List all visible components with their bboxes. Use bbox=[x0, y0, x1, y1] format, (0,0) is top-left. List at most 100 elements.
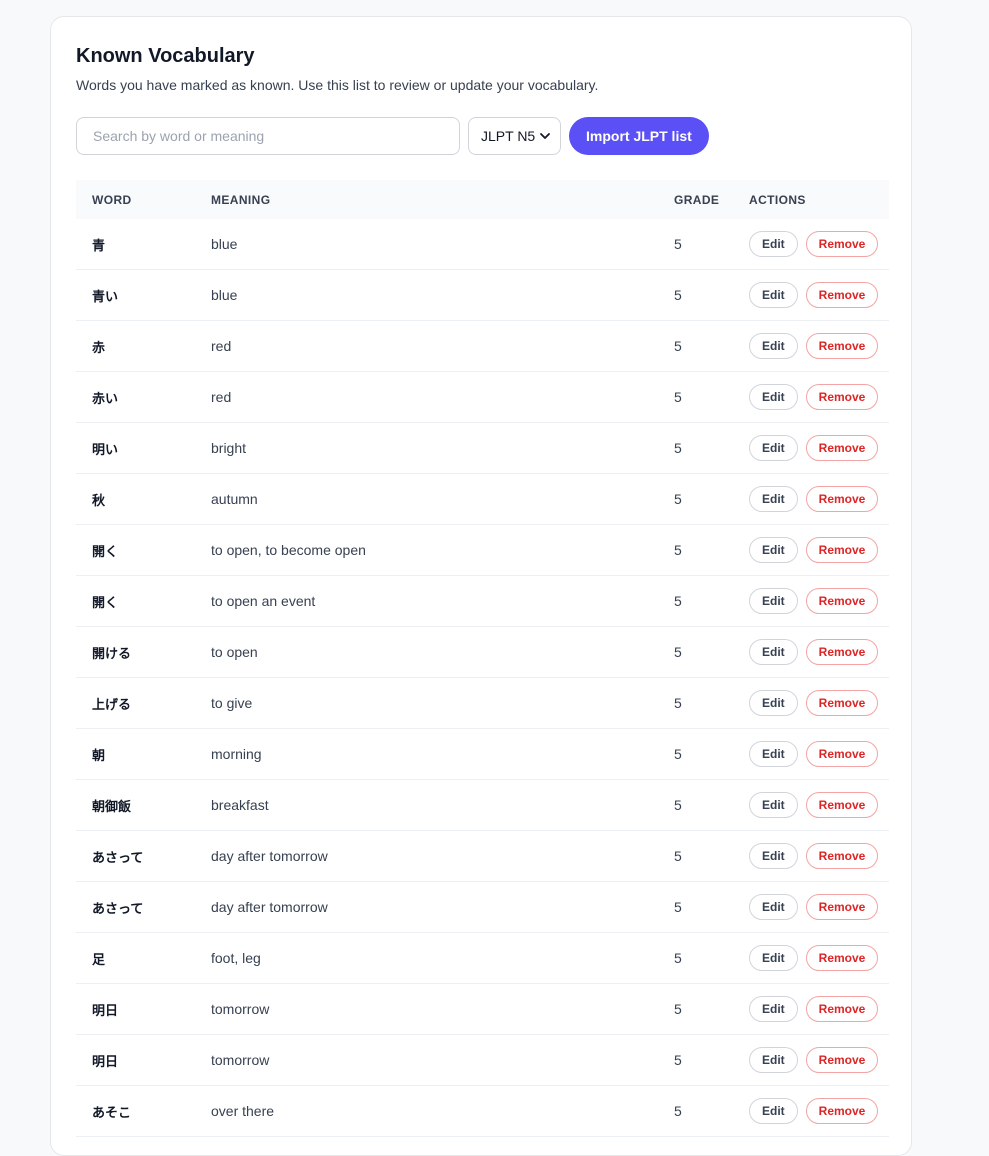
table-row: 開く to open, to become open 5 Edit Remove bbox=[76, 525, 889, 576]
table-row: あそこ over there 5 Edit Remove bbox=[76, 1086, 889, 1137]
vocabulary-table: WORD MEANING GRADE ACTIONS 青 blue 5 Edit Rem… bbox=[76, 180, 889, 1137]
remove-button[interactable]: Remove bbox=[805, 1047, 879, 1073]
table-row: 秋 autumn 5 Edit Remove bbox=[76, 474, 889, 525]
edit-button[interactable]: Edit bbox=[749, 333, 798, 359]
grade-cell: 5 bbox=[674, 950, 682, 966]
grade-cell: 5 bbox=[674, 338, 682, 354]
chevron-down-icon bbox=[538, 129, 552, 143]
table-row: 上げる to give 5 Edit Remove bbox=[76, 678, 889, 729]
remove-button[interactable]: Remove bbox=[805, 537, 879, 563]
grade-cell: 5 bbox=[674, 389, 682, 405]
edit-button[interactable]: Edit bbox=[749, 588, 798, 614]
grade-cell: 5 bbox=[674, 236, 682, 252]
grade-cell: 5 bbox=[674, 491, 682, 507]
word-cell: 開く bbox=[92, 544, 119, 560]
edit-button[interactable]: Edit bbox=[749, 435, 798, 461]
actions-cell: Edit Remove bbox=[733, 690, 889, 716]
edit-button[interactable]: Edit bbox=[749, 639, 798, 665]
grade-cell: 5 bbox=[674, 746, 682, 762]
word-cell: 開ける bbox=[92, 646, 132, 662]
edit-button[interactable]: Edit bbox=[749, 282, 798, 308]
actions-cell: Edit Remove bbox=[733, 639, 889, 665]
remove-button[interactable]: Remove bbox=[805, 435, 879, 461]
grade-cell: 5 bbox=[674, 1052, 682, 1068]
remove-button[interactable]: Remove bbox=[805, 843, 879, 869]
remove-button[interactable]: Remove bbox=[805, 282, 879, 308]
edit-button[interactable]: Edit bbox=[749, 792, 798, 818]
remove-button[interactable]: Remove bbox=[805, 639, 879, 665]
vocabulary-card: Known Vocabulary Words you have marked a… bbox=[50, 16, 912, 1156]
actions-cell: Edit Remove bbox=[733, 231, 889, 257]
word-cell: 明日 bbox=[92, 1003, 119, 1019]
remove-button[interactable]: Remove bbox=[805, 690, 879, 716]
edit-button[interactable]: Edit bbox=[749, 384, 798, 410]
meaning-cell: day after tomorrow bbox=[211, 848, 328, 864]
remove-button[interactable]: Remove bbox=[805, 588, 879, 614]
column-header-grade: GRADE bbox=[674, 192, 720, 207]
import-jlpt-button[interactable]: Import JLPT list bbox=[569, 117, 709, 155]
word-cell: 赤 bbox=[92, 340, 106, 356]
meaning-cell: to open an event bbox=[211, 593, 316, 609]
table-row: 赤 red 5 Edit Remove bbox=[76, 321, 889, 372]
grade-cell: 5 bbox=[674, 899, 682, 915]
grade-cell: 5 bbox=[674, 593, 682, 609]
actions-cell: Edit Remove bbox=[733, 486, 889, 512]
edit-button[interactable]: Edit bbox=[749, 1047, 798, 1073]
actions-cell: Edit Remove bbox=[733, 894, 889, 920]
edit-button[interactable]: Edit bbox=[749, 894, 798, 920]
edit-button[interactable]: Edit bbox=[749, 231, 798, 257]
edit-button[interactable]: Edit bbox=[749, 486, 798, 512]
remove-button[interactable]: Remove bbox=[805, 945, 879, 971]
actions-cell: Edit Remove bbox=[733, 588, 889, 614]
edit-button[interactable]: Edit bbox=[749, 690, 798, 716]
jlpt-level-select[interactable]: JLPT N5 bbox=[468, 117, 561, 155]
edit-button[interactable]: Edit bbox=[749, 843, 798, 869]
grade-cell: 5 bbox=[674, 1103, 682, 1119]
edit-button[interactable]: Edit bbox=[749, 537, 798, 563]
table-row: 赤い red 5 Edit Remove bbox=[76, 372, 889, 423]
edit-button[interactable]: Edit bbox=[749, 1098, 798, 1124]
meaning-cell: autumn bbox=[211, 491, 258, 507]
word-cell: あさって bbox=[92, 850, 144, 866]
remove-button[interactable]: Remove bbox=[805, 792, 879, 818]
table-row: あさって day after tomorrow 5 Edit Remove bbox=[76, 882, 889, 933]
meaning-cell: tomorrow bbox=[211, 1001, 270, 1017]
meaning-cell: blue bbox=[211, 236, 238, 252]
search-input[interactable] bbox=[76, 117, 460, 155]
actions-cell: Edit Remove bbox=[733, 435, 889, 461]
actions-cell: Edit Remove bbox=[733, 537, 889, 563]
page-title: Known Vocabulary bbox=[76, 45, 255, 67]
word-cell: 明日 bbox=[92, 1054, 119, 1070]
remove-button[interactable]: Remove bbox=[805, 384, 879, 410]
word-cell: あさって bbox=[92, 901, 144, 917]
remove-button[interactable]: Remove bbox=[805, 231, 879, 257]
edit-button[interactable]: Edit bbox=[749, 996, 798, 1022]
remove-button[interactable]: Remove bbox=[805, 741, 879, 767]
meaning-cell: to open, to become open bbox=[211, 542, 366, 558]
word-cell: 朝 bbox=[92, 748, 106, 764]
word-cell: 赤い bbox=[92, 391, 119, 407]
edit-button[interactable]: Edit bbox=[749, 741, 798, 767]
remove-button[interactable]: Remove bbox=[805, 1098, 879, 1124]
column-header-word: WORD bbox=[92, 192, 132, 207]
remove-button[interactable]: Remove bbox=[805, 333, 879, 359]
remove-button[interactable]: Remove bbox=[805, 486, 879, 512]
grade-cell: 5 bbox=[674, 440, 682, 456]
remove-button[interactable]: Remove bbox=[805, 996, 879, 1022]
table-row: 朝 morning 5 Edit Remove bbox=[76, 729, 889, 780]
meaning-cell: over there bbox=[211, 1103, 275, 1119]
word-cell: 秋 bbox=[92, 493, 106, 509]
grade-cell: 5 bbox=[674, 848, 682, 864]
word-cell: 足 bbox=[92, 952, 106, 968]
actions-cell: Edit Remove bbox=[733, 282, 889, 308]
word-cell: 青 bbox=[92, 238, 106, 254]
meaning-cell: foot, leg bbox=[211, 950, 261, 966]
edit-button[interactable]: Edit bbox=[749, 945, 798, 971]
grade-cell: 5 bbox=[674, 695, 682, 711]
table-body: 青 blue 5 Edit Remove 青い blue 5 Edit Remove 赤 red 5 Ed… bbox=[76, 219, 889, 1137]
meaning-cell: day after tomorrow bbox=[211, 899, 328, 915]
word-cell: 開く bbox=[92, 595, 119, 611]
remove-button[interactable]: Remove bbox=[805, 894, 879, 920]
actions-cell: Edit Remove bbox=[733, 333, 889, 359]
column-header-actions: ACTIONS bbox=[749, 192, 806, 207]
